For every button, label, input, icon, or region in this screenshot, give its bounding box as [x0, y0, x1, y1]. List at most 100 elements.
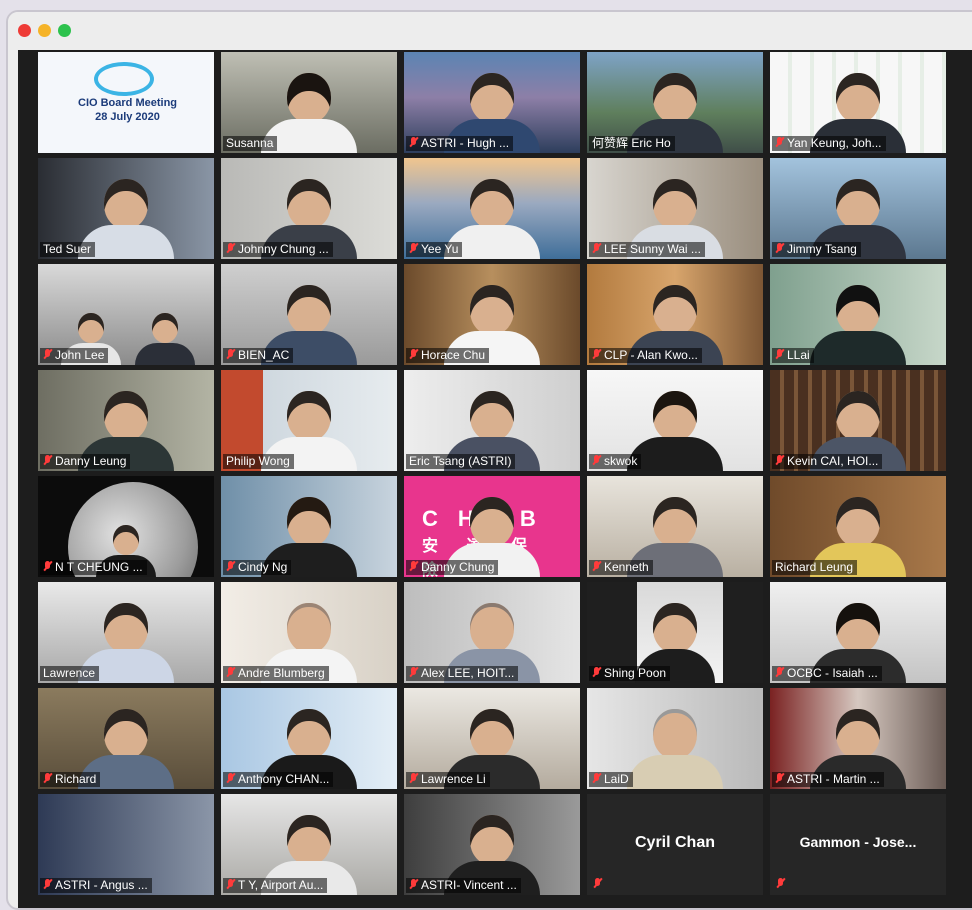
participant-tile[interactable]: Andre Blumberg	[221, 582, 397, 683]
shared-slide-tile[interactable]: CIO Board Meeting 28 July 2020	[38, 52, 214, 153]
participant-name: Johnny Chung ...	[223, 242, 333, 257]
participant-tile[interactable]: 何赞辉 Eric Ho	[587, 52, 763, 153]
participant-name: Alex LEE, HOIT...	[406, 666, 519, 681]
participant-tile[interactable]: Anthony CHAN...	[221, 688, 397, 789]
participant-name: OCBC - Isaiah ...	[772, 666, 882, 681]
participant-name: Andre Blumberg	[223, 666, 329, 681]
participant-tile[interactable]: Cindy Ng	[221, 476, 397, 577]
participant-name: Richard Leung	[772, 560, 858, 575]
participant-name: Danny Leung	[40, 454, 131, 469]
participant-tile[interactable]: OCBC - Isaiah ...	[770, 582, 946, 683]
mic-muted-icon	[592, 561, 601, 572]
participant-tile[interactable]: Yee Yu	[404, 158, 580, 259]
participant-tile[interactable]: Jimmy Tsang	[770, 158, 946, 259]
participant-name: Shing Poon	[589, 666, 671, 681]
participant-name: Yan Keung, Joh...	[772, 136, 886, 151]
participant-tile[interactable]: LaiD	[587, 688, 763, 789]
title-bar	[8, 12, 972, 50]
mic-muted-icon	[409, 879, 418, 890]
participant-name: Jimmy Tsang	[772, 242, 861, 257]
participant-tile[interactable]: Danny Leung	[38, 370, 214, 471]
close-window-button[interactable]	[18, 24, 31, 37]
participant-tile[interactable]: Yan Keung, Joh...	[770, 52, 946, 153]
participant-name: Lawrence	[40, 666, 100, 681]
mic-muted-icon	[592, 455, 601, 466]
participant-tile[interactable]: LEE Sunny Wai ...	[587, 158, 763, 259]
participant-name: CLP - Alan Kwo...	[589, 348, 702, 363]
participant-name: LaiD	[589, 772, 633, 787]
participant-video	[627, 701, 723, 789]
participant-name: Danny Chung	[406, 560, 499, 575]
participant-name: Cindy Ng	[223, 560, 292, 575]
mic-muted-icon	[592, 667, 601, 678]
participant-tile[interactable]: Horace Chu	[404, 264, 580, 365]
participant-name: skwok	[589, 454, 642, 469]
participant-tile[interactable]: John Lee	[38, 264, 214, 365]
participant-tile[interactable]: Richard Leung	[770, 476, 946, 577]
participant-tile[interactable]: Shing Poon	[587, 582, 763, 683]
participant-tile-no-video[interactable]: Gammon - Jose...	[770, 794, 946, 895]
participant-name: Yee Yu	[406, 242, 463, 257]
participant-name: Ted Suer	[40, 242, 96, 257]
maximize-window-button[interactable]	[58, 24, 71, 37]
participant-tile[interactable]: BIEN_AC	[221, 264, 397, 365]
participant-tile[interactable]: CLP - Alan Kwo...	[587, 264, 763, 365]
participant-name: 何赞辉 Eric Ho	[589, 136, 675, 151]
mic-muted-icon	[775, 773, 784, 784]
participant-tile-no-video[interactable]: Cyril Chan	[587, 794, 763, 895]
mic-muted-icon	[226, 879, 235, 890]
participant-tile[interactable]: Lawrence Li	[404, 688, 580, 789]
minimize-window-button[interactable]	[38, 24, 51, 37]
participant-tile[interactable]: Eric Tsang (ASTRI)	[404, 370, 580, 471]
participant-tile[interactable]: Alex LEE, HOIT...	[404, 582, 580, 683]
participant-tile[interactable]: LLai	[770, 264, 946, 365]
participant-tile[interactable]: Richard	[38, 688, 214, 789]
slide-date: 28 July 2020	[95, 111, 160, 123]
participant-tile[interactable]: ASTRI - Hugh ...	[404, 52, 580, 153]
mic-muted-icon	[226, 349, 235, 360]
participant-name: Cyril Chan	[634, 834, 715, 851]
participant-name: Kevin CAI, HOI...	[772, 454, 883, 469]
participant-tile[interactable]: Ted Suer	[38, 158, 214, 259]
participant-video	[134, 309, 195, 365]
participant-tile[interactable]: T Y, Airport Au...	[221, 794, 397, 895]
participant-tile[interactable]: Lawrence	[38, 582, 214, 683]
mic-muted-icon	[775, 667, 784, 678]
mic-muted-icon	[43, 879, 52, 890]
mic-muted-icon	[776, 878, 785, 889]
participant-tile[interactable]: CH B 安 達 保 險 Danny Chung	[404, 476, 580, 577]
participant-name: ASTRI - Martin ...	[772, 772, 884, 787]
mic-muted-icon	[409, 137, 418, 148]
participant-tile[interactable]: Johnny Chung ...	[221, 158, 397, 259]
participant-name: LEE Sunny Wai ...	[589, 242, 705, 257]
participant-name: Horace Chu	[406, 348, 490, 363]
participant-name: Lawrence Li	[406, 772, 490, 787]
participant-video	[627, 383, 723, 471]
participant-name: Richard	[40, 772, 101, 787]
participant-name: Eric Tsang (ASTRI)	[406, 454, 516, 469]
participant-name: LLai	[772, 348, 814, 363]
participant-name: BIEN_AC	[223, 348, 294, 363]
participant-tile[interactable]: skwok	[587, 370, 763, 471]
mic-muted-icon	[43, 455, 52, 466]
participant-tile-susanna[interactable]: Susanna	[221, 52, 397, 153]
gallery-view: CIO Board Meeting 28 July 2020 Susanna A…	[18, 50, 972, 908]
participant-tile[interactable]: Kenneth	[587, 476, 763, 577]
participant-tile[interactable]: ASTRI - Angus ...	[38, 794, 214, 895]
mic-muted-icon	[775, 243, 784, 254]
mic-muted-icon	[409, 667, 418, 678]
slide-title: CIO Board Meeting	[78, 97, 178, 109]
participant-tile[interactable]: ASTRI - Martin ...	[770, 688, 946, 789]
mic-muted-icon	[409, 243, 418, 254]
participant-tile[interactable]: Kevin CAI, HOI...	[770, 370, 946, 471]
participant-name: John Lee	[40, 348, 109, 363]
participant-name: Philip Wong	[223, 454, 294, 469]
participant-tile[interactable]: Philip Wong	[221, 370, 397, 471]
mic-muted-icon	[409, 561, 418, 572]
mic-muted-icon	[775, 137, 784, 148]
slide-content: CIO Board Meeting 28 July 2020	[78, 96, 177, 124]
participant-name: Gammon - Jose...	[799, 834, 917, 850]
mic-muted-icon	[593, 878, 602, 889]
participant-tile[interactable]: N T CHEUNG ...	[38, 476, 214, 577]
participant-tile[interactable]: ASTRI- Vincent ...	[404, 794, 580, 895]
